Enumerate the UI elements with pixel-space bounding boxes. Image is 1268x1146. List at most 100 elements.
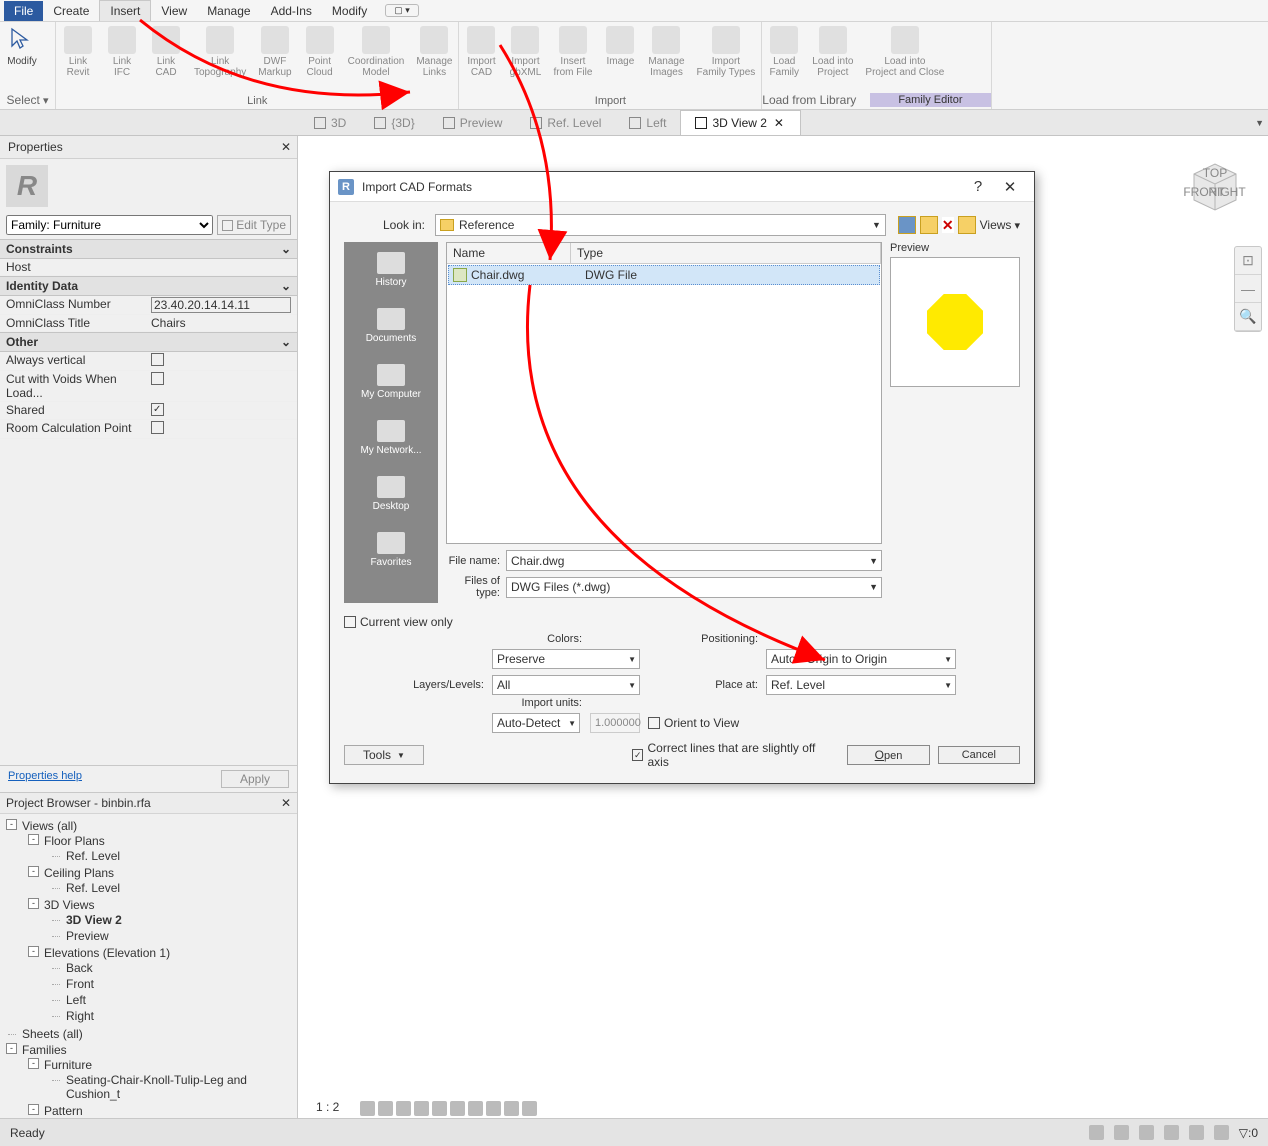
tabs-menu[interactable]: ▼ — [1255, 118, 1264, 128]
tab-reflevel[interactable]: Ref. Level — [516, 110, 615, 135]
close-tab-icon[interactable]: ✕ — [772, 116, 786, 130]
status-icon[interactable] — [1114, 1125, 1129, 1140]
viewctrl-icon[interactable] — [396, 1101, 411, 1116]
viewctrl-icon[interactable] — [522, 1101, 537, 1116]
image[interactable]: Image — [598, 22, 642, 94]
tree-node[interactable]: Back — [52, 960, 293, 976]
modify-tool[interactable]: Modify — [0, 22, 44, 92]
tree-node[interactable]: -Pattern1/2 Step1/3 Step_No PatternArrow… — [30, 1103, 293, 1119]
up-folder-icon[interactable] — [920, 216, 938, 234]
placeat-combo[interactable]: Ref. Level▼ — [766, 675, 956, 695]
col-type[interactable]: Type — [571, 243, 881, 263]
place-history[interactable]: History — [344, 242, 438, 298]
family-selector[interactable]: Family: Furniture — [6, 215, 213, 235]
place-favorites[interactable]: Favorites — [344, 522, 438, 578]
tab-3dview2[interactable]: 3D View 2✕ — [680, 110, 800, 135]
prop-row[interactable]: Shared — [0, 402, 297, 420]
close-icon[interactable]: ✕ — [281, 796, 291, 810]
places-bar[interactable]: HistoryDocumentsMy ComputerMy Network...… — [344, 242, 438, 603]
tree-node[interactable]: -Ceiling PlansRef. Level — [30, 865, 293, 897]
place-my-network-[interactable]: My Network... — [344, 410, 438, 466]
coord-model[interactable]: Coordination Model — [342, 22, 411, 94]
nav-tools[interactable]: ⊡ — 🔍 — [1234, 246, 1262, 332]
tree-node[interactable]: Sheets (all) — [8, 1026, 293, 1042]
viewctrl-icon[interactable] — [360, 1101, 375, 1116]
project-browser-tree[interactable]: -Views (all)-Floor PlansRef. Level-Ceili… — [0, 814, 297, 1119]
tree-node[interactable]: -3D Views3D View 2Preview — [30, 897, 293, 945]
help-icon[interactable]: ? — [962, 178, 994, 195]
load-into-project[interactable]: Load into Project — [806, 22, 859, 92]
correct-lines-checkbox[interactable]: ✓Correct lines that are slightly off axi… — [632, 741, 831, 769]
load-family[interactable]: Load Family — [762, 22, 806, 92]
filter-count[interactable]: ▽:0 — [1239, 1126, 1258, 1140]
viewctrl-icon[interactable] — [432, 1101, 447, 1116]
tree-node[interactable]: Ref. Level — [52, 880, 293, 896]
load-into-project-close[interactable]: Load into Project and Close — [859, 22, 950, 92]
open-button[interactable]: OOpenpen — [847, 745, 929, 765]
import-cad[interactable]: Import CAD — [459, 22, 503, 94]
back-icon[interactable] — [898, 216, 916, 234]
dwf-markup[interactable]: DWF Markup — [252, 22, 297, 94]
positioning-combo[interactable]: Auto - Origin to Origin▼ — [766, 649, 956, 669]
viewctrl-icon[interactable] — [504, 1101, 519, 1116]
tree-node[interactable]: Right — [52, 1008, 293, 1024]
tree-node[interactable]: Preview — [52, 928, 293, 944]
menu-modify[interactable]: Modify — [322, 1, 377, 21]
cancel-button[interactable]: Cancel — [938, 746, 1020, 764]
tab-left[interactable]: Left — [615, 110, 680, 135]
viewctrl-icon[interactable] — [378, 1101, 393, 1116]
tree-node[interactable]: 1/2 Step — [52, 1118, 293, 1119]
manage-images[interactable]: Manage Images — [642, 22, 690, 94]
place-my-computer[interactable]: My Computer — [344, 354, 438, 410]
manage-links[interactable]: Manage Links — [410, 22, 458, 94]
filename-input[interactable]: Chair.dwg▼ — [506, 550, 882, 571]
prop-row[interactable]: OmniClass Number23.40.20.14.14.11 — [0, 296, 297, 315]
status-icon[interactable] — [1164, 1125, 1179, 1140]
link-topo[interactable]: Link Topography — [188, 22, 252, 94]
status-icon[interactable] — [1089, 1125, 1104, 1140]
close-icon[interactable]: ✕ — [281, 140, 291, 154]
close-icon[interactable]: ✕ — [994, 178, 1026, 196]
viewctrl-icon[interactable] — [468, 1101, 483, 1116]
tree-node[interactable]: Front — [52, 976, 293, 992]
prop-row[interactable]: Host — [0, 259, 297, 276]
link-revit[interactable]: Link Revit — [56, 22, 100, 94]
menu-manage[interactable]: Manage — [197, 1, 260, 21]
tree-node[interactable]: Left — [52, 992, 293, 1008]
tree-node[interactable]: Ref. Level — [52, 848, 293, 864]
prop-row[interactable]: OmniClass TitleChairs — [0, 315, 297, 332]
menu-addins[interactable]: Add-Ins — [261, 1, 322, 21]
point-cloud[interactable]: Point Cloud — [298, 22, 342, 94]
viewcube[interactable]: TOPFRONTRIGHT — [1182, 152, 1248, 218]
prop-row[interactable]: Cut with Voids When Load... — [0, 371, 297, 402]
layers-combo[interactable]: All▼ — [492, 675, 640, 695]
import-family-types[interactable]: Import Family Types — [691, 22, 762, 94]
status-icon[interactable] — [1139, 1125, 1154, 1140]
status-icon[interactable] — [1214, 1125, 1229, 1140]
place-desktop[interactable]: Desktop — [344, 466, 438, 522]
tree-node[interactable]: -FurnitureSeating-Chair-Knoll-Tulip-Leg … — [30, 1057, 293, 1103]
menu-view[interactable]: View — [151, 1, 197, 21]
file-list[interactable]: NameType Chair.dwg DWG File — [446, 242, 882, 544]
current-view-only-checkbox[interactable]: Current view only — [344, 615, 453, 629]
prop-row[interactable]: Room Calculation Point — [0, 420, 297, 439]
tree-node[interactable]: -Floor PlansRef. Level — [30, 833, 293, 865]
prop-row[interactable]: Always vertical — [0, 352, 297, 371]
tab-3d[interactable]: 3D — [300, 110, 360, 135]
link-ifc[interactable]: Link IFC — [100, 22, 144, 94]
col-name[interactable]: Name — [447, 243, 571, 263]
tab-preview[interactable]: Preview — [429, 110, 517, 135]
insert-from-file[interactable]: Insert from File — [547, 22, 598, 94]
file-row[interactable]: Chair.dwg DWG File — [448, 265, 880, 285]
lookin-combo[interactable]: Reference▼ — [435, 214, 886, 236]
delete-icon[interactable]: ✕ — [942, 217, 954, 233]
tree-node[interactable]: -Views (all)-Floor PlansRef. Level-Ceili… — [8, 818, 293, 1026]
new-folder-icon[interactable] — [958, 216, 976, 234]
tree-node[interactable]: Seating-Chair-Knoll-Tulip-Leg and Cushio… — [52, 1072, 293, 1102]
tree-node[interactable]: 3D View 2 — [52, 912, 293, 928]
viewctrl-icon[interactable] — [450, 1101, 465, 1116]
colors-combo[interactable]: Preserve▼ — [492, 649, 640, 669]
view-scale[interactable]: 1 : 2 — [316, 1100, 339, 1114]
orient-to-view-checkbox[interactable]: Orient to View — [648, 716, 956, 730]
tools-button[interactable]: Tools▼ — [344, 745, 424, 765]
